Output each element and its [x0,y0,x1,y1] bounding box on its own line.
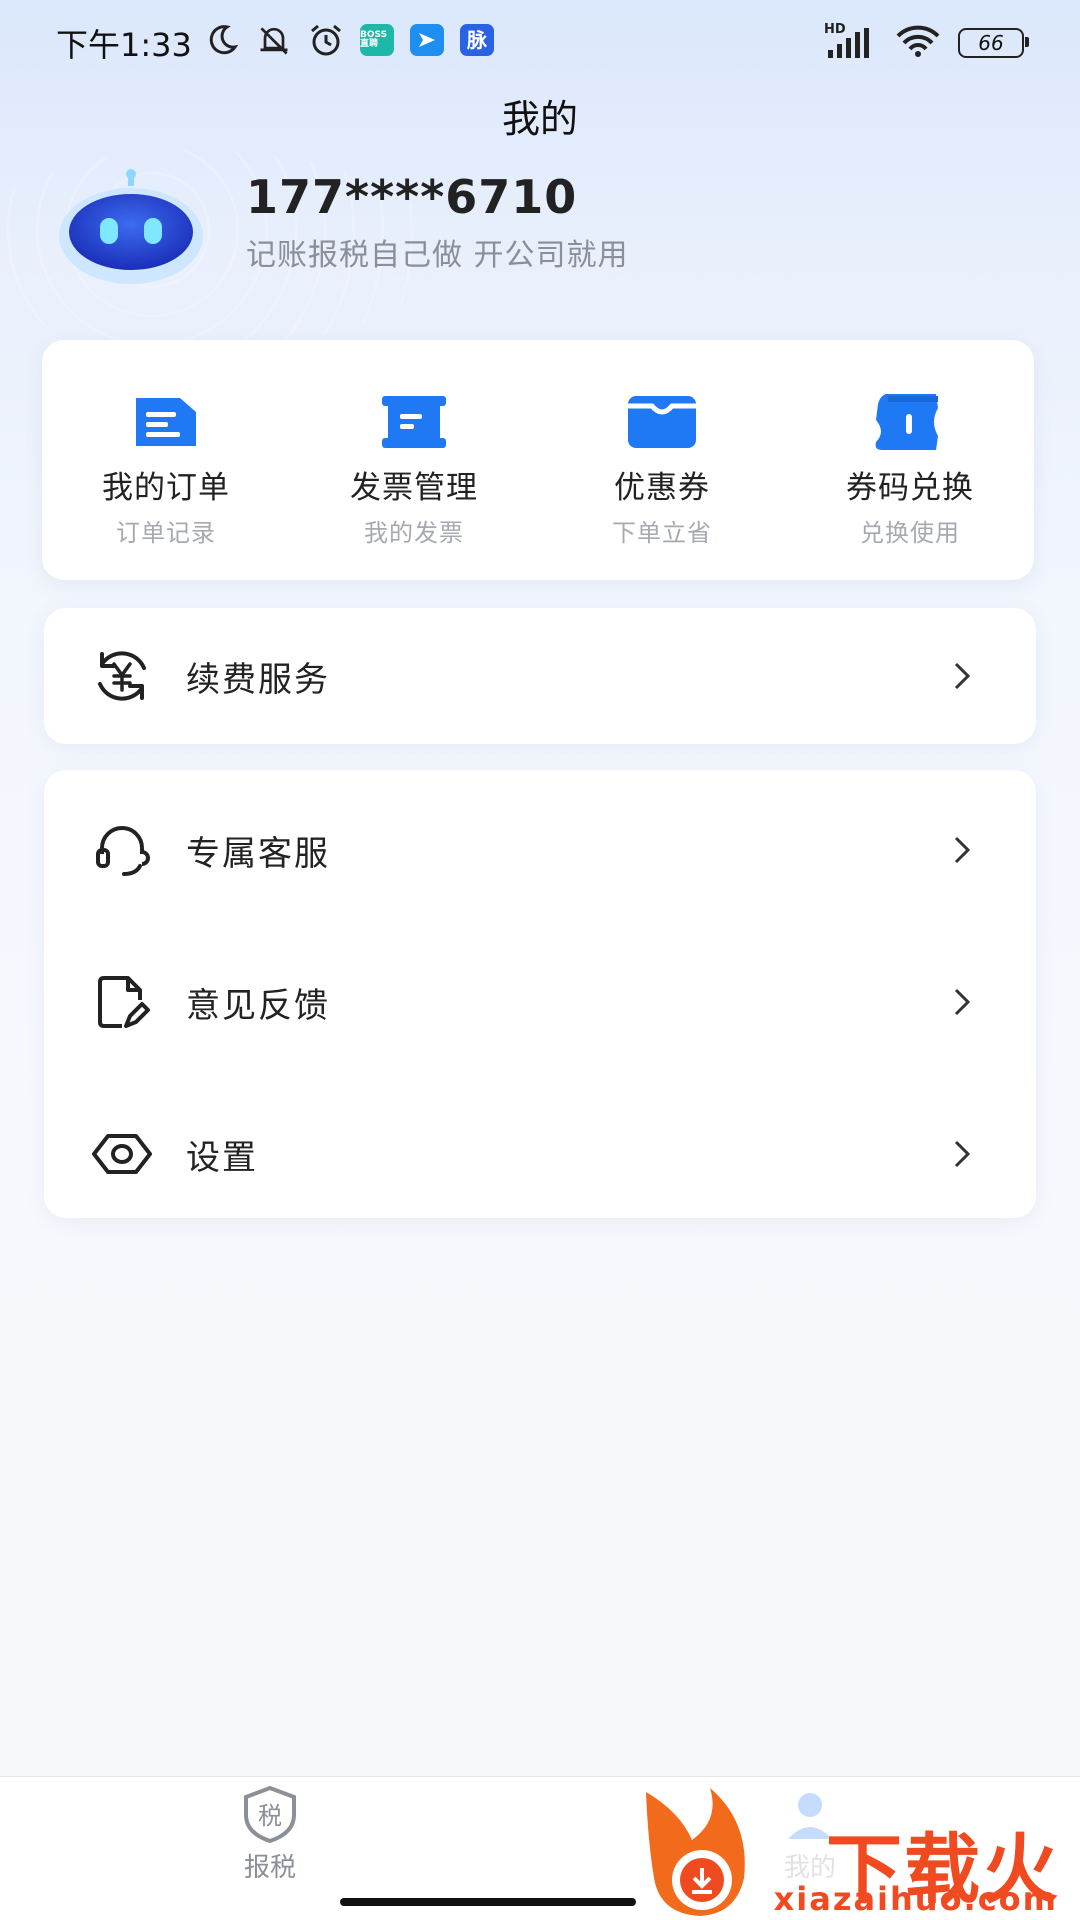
quick-item-sub: 订单记录 [116,519,216,547]
alarm-icon [308,22,344,58]
status-time: 下午1:33 [56,26,192,64]
feishu-app-icon [410,24,444,56]
menu-item-feedback[interactable]: 意见反馈 [44,924,1036,1080]
chevron-right-icon [954,836,971,864]
maimai-app-icon: 脉 [460,24,494,56]
menu-item-renewal[interactable]: 续费服务 [44,608,1036,744]
quick-actions-card: 我的订单 订单记录 发票管理 我的发票 优惠券 下单立省 券码兑换 兑换使用 [42,340,1034,580]
quick-item-redeem[interactable]: 券码兑换 兑换使用 [786,340,1034,580]
menu-item-label: 设置 [186,1137,258,1178]
boss-badge-text: BOSS直聘 [360,30,388,49]
quick-item-orders[interactable]: 我的订单 订单记录 [42,340,290,580]
quick-item-sub: 下单立省 [612,519,712,547]
quick-item-invoices[interactable]: 发票管理 我的发票 [290,340,538,580]
battery-icon: 66 [958,28,1029,58]
user-phone[interactable]: 177****6710 [246,170,577,224]
page-title: 我的 [501,97,578,141]
quick-item-label: 优惠券 [614,470,710,506]
order-icon [136,398,196,446]
tax-shield-icon: 税 [244,1785,296,1843]
chevron-right-icon [954,988,971,1016]
chevron-right-icon [954,662,971,690]
headset-icon [96,826,150,876]
tax-shield-text: 税 [258,1802,282,1830]
mute-icon [256,22,292,58]
settings-eye-icon [92,1134,152,1174]
feedback-icon [98,976,150,1028]
wifi-icon [894,24,942,62]
menu-item-customer-service[interactable]: 专属客服 [44,776,1036,924]
watermark-url: xiazaihuo.com [773,1880,1058,1918]
quick-item-sub: 我的发票 [364,519,464,547]
maimai-badge-text: 脉 [467,28,487,52]
battery-level: 66 [978,31,1004,55]
ticket-icon [875,394,938,450]
profile-slogan: 记账报税自己做 开公司就用 [246,238,629,273]
invoice-icon [382,396,446,448]
signal-icon: HD [824,22,878,60]
coupon-icon [628,396,696,448]
chevron-right-icon [954,1140,971,1168]
tab-tax[interactable]: 税 报税 [150,1777,390,1897]
tab-label: 报税 [243,1853,296,1883]
moon-icon [204,22,240,58]
quick-item-sub: 兑换使用 [860,519,960,547]
menu-item-label: 意见反馈 [186,985,330,1026]
renewal-card: 续费服务 [44,608,1036,744]
menu-item-label: 续费服务 [186,659,330,700]
quick-item-coupons[interactable]: 优惠券 下单立省 [538,340,786,580]
home-indicator[interactable] [340,1898,636,1906]
menu-card: 专属客服 意见反馈 设置 [44,770,1036,1218]
avatar[interactable] [58,166,204,286]
yuan-cycle-icon [98,651,146,701]
quick-item-label: 发票管理 [350,470,478,506]
boss-app-icon: BOSS直聘 [360,24,394,56]
status-bar: 下午1:33 BOSS直聘 脉 HD 66 [0,0,1080,86]
quick-item-label: 券码兑换 [846,470,974,506]
quick-item-label: 我的订单 [102,470,230,506]
menu-item-label: 专属客服 [186,833,330,874]
menu-item-settings[interactable]: 设置 [44,1080,1036,1228]
